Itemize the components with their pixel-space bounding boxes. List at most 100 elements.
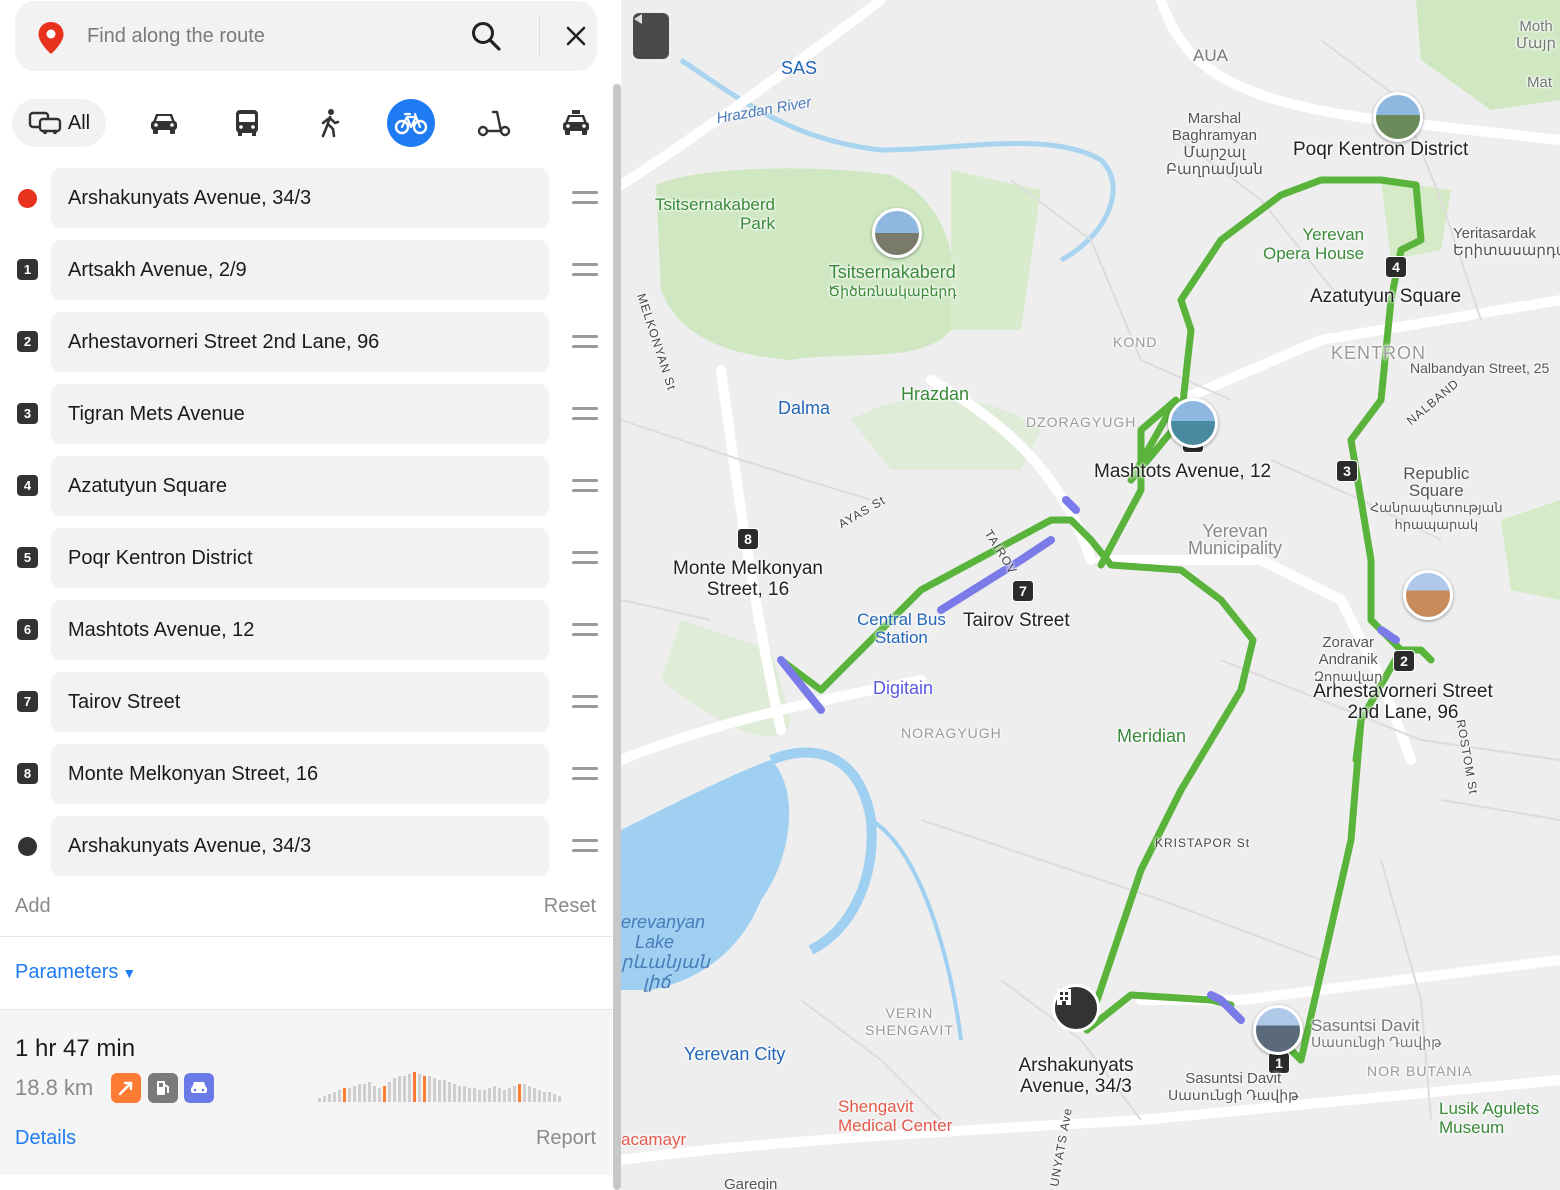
drag-handle-icon[interactable] [572, 479, 598, 493]
drag-handle-icon[interactable] [572, 839, 598, 853]
panel-scrollbar[interactable] [612, 0, 621, 1190]
elevation-bar [428, 1076, 431, 1102]
drag-handle-icon[interactable] [572, 767, 598, 781]
elevation-bar [523, 1084, 526, 1102]
poi-meridian[interactable]: Meridian [1117, 726, 1186, 747]
mode-transit-button[interactable] [227, 99, 267, 147]
waypoint-field[interactable]: Artsakh Avenue, 2/9 [51, 240, 549, 300]
poi-hrazdan[interactable]: Hrazdan [901, 384, 969, 405]
waypoint-number-badge: 3 [17, 403, 38, 424]
poqr-kentron-photo-pin[interactable] [1373, 92, 1423, 142]
poi-shengavit-medical-center[interactable]: Shengavit Medical Center [838, 1097, 952, 1135]
waypoint-row: 4 Azatutyun Square [0, 456, 612, 516]
elevation-bar [373, 1086, 376, 1102]
drag-handle-icon[interactable] [572, 695, 598, 709]
poi-lusik-agulets-museum[interactable]: Lusik Agulets Museum [1439, 1099, 1539, 1137]
elevation-bar [488, 1088, 491, 1102]
elevation-bar [498, 1088, 501, 1102]
report-link[interactable]: Report [536, 1127, 596, 1150]
poi-sasuntsi-davit[interactable]: Sasuntsi Davit Սասունցի Դավիթ [1311, 1017, 1441, 1051]
mode-scooter-button[interactable] [474, 99, 514, 147]
close-search-button[interactable] [549, 18, 603, 54]
mode-all-button[interactable]: All [12, 99, 106, 147]
details-link[interactable]: Details [15, 1127, 76, 1150]
poi-mat[interactable]: Mat [1527, 74, 1552, 91]
republic-square-photo-pin[interactable] [1403, 570, 1453, 620]
mode-bicycle-button[interactable] [387, 99, 435, 147]
poi-sas[interactable]: SAS [781, 58, 817, 79]
poi-aua[interactable]: AUA [1193, 47, 1228, 64]
drag-handle-icon[interactable] [572, 191, 598, 205]
search-input[interactable] [87, 21, 447, 51]
poi-central-bus-station[interactable]: Central Bus Station [857, 611, 946, 647]
route-badge-2[interactable]: 2 [1393, 650, 1415, 672]
waypoint-field[interactable]: Mashtots Avenue, 12 [51, 600, 549, 660]
drag-handle-icon[interactable] [572, 407, 598, 421]
mode-car-button[interactable] [144, 99, 184, 147]
start-point-marker[interactable] [1052, 984, 1100, 1032]
route-label-start: Arshakunyats Avenue, 34/3 [1018, 1055, 1134, 1097]
poi-marshal-baghramyan[interactable]: Marshal Baghramyan Մարշալ Բաղրամյան [1166, 110, 1263, 178]
poi-nalbandyan-street[interactable]: Nalbandyan Street, 25 [1410, 360, 1549, 377]
elevation-bar [333, 1092, 336, 1102]
route-badge-3[interactable]: 3 [1336, 460, 1358, 482]
parameters-toggle[interactable]: Parameters ▼ [15, 961, 136, 984]
all-modes-icon [28, 111, 62, 135]
mode-taxi-button[interactable] [556, 99, 596, 147]
drag-handle-icon[interactable] [572, 263, 598, 277]
mode-walk-button[interactable] [310, 99, 350, 147]
waypoint-field[interactable]: Poqr Kentron District [51, 528, 549, 588]
drag-handle-icon[interactable] [572, 623, 598, 637]
transport-mode-bar: All [12, 99, 600, 147]
close-icon [566, 26, 586, 46]
reset-route-link[interactable]: Reset [544, 895, 596, 918]
waypoint-field[interactable]: Tairov Street [51, 672, 549, 732]
poi-tsitsernakaberd-park[interactable]: Tsitsernakaberd Park [655, 195, 775, 233]
poi-opera-house[interactable]: Yerevan Opera House [1263, 225, 1364, 263]
metro-sasuntsi-davit[interactable]: Sasuntsi Davit Սասունցի Դավիթ [1168, 1070, 1298, 1104]
waypoint-field[interactable]: Arhestavorneri Street 2nd Lane, 96 [51, 312, 549, 372]
drag-handle-icon[interactable] [572, 551, 598, 565]
waypoint-field[interactable]: Azatutyun Square [51, 456, 549, 516]
poi-digitain[interactable]: Digitain [873, 678, 933, 699]
poi-acamayr[interactable]: acamayr [621, 1130, 686, 1150]
blue-mosque-photo-pin[interactable] [1168, 398, 1218, 448]
elevation-bar [458, 1086, 461, 1102]
elevation-bar [433, 1078, 436, 1102]
drag-handle-icon[interactable] [572, 335, 598, 349]
waypoint-number-badge: 1 [17, 259, 38, 280]
elevation-bar [543, 1092, 546, 1102]
poi-dalma[interactable]: Dalma [778, 398, 830, 419]
add-waypoint-link[interactable]: Add [15, 895, 51, 918]
poi-republic-square[interactable]: Republic Square Հանրապետության հրապարակ [1370, 465, 1503, 533]
elevation-bar [383, 1086, 386, 1102]
elevation-bar [548, 1092, 551, 1102]
sasuntsi-davit-photo-pin[interactable] [1253, 1005, 1303, 1055]
tsitsernakaberd-photo-pin[interactable] [872, 208, 922, 258]
waypoint-field[interactable]: Arshakunyats Avenue, 34/3 [51, 168, 549, 228]
scrollbar-thumb[interactable] [613, 84, 621, 1190]
elevation-bar [508, 1088, 511, 1102]
search-button[interactable] [468, 18, 504, 54]
collapse-panel-button[interactable] [633, 13, 669, 59]
route-badge-4[interactable]: 4 [1385, 256, 1407, 278]
route-badge-7[interactable]: 7 [1012, 580, 1034, 602]
route-badge-8[interactable]: 8 [737, 528, 759, 550]
map-canvas[interactable]: Poqr Kentron District Azatutyun Square M… [621, 0, 1560, 1190]
waypoint-field[interactable]: Monte Melkonyan Street, 16 [51, 744, 549, 804]
poi-tsitsernakaberd-memorial[interactable]: Tsitsernakaberd Ծիծեռնակաբերդ [828, 263, 957, 301]
elevation-bar [463, 1086, 466, 1102]
elevation-bar [338, 1090, 341, 1102]
caret-down-icon: ▼ [122, 965, 137, 981]
waypoint-row: 7 Tairov Street [0, 672, 612, 732]
poi-yerevan-municipality[interactable]: Yerevan Municipality [1188, 522, 1282, 557]
waypoint-field[interactable]: Arshakunyats Avenue, 34/3 [51, 816, 549, 876]
route-summary-card[interactable]: 1 hr 47 min 18.8 km Details Report [0, 1010, 612, 1175]
metro-garegin[interactable]: Garegin [724, 1176, 777, 1190]
elevation-bar [448, 1082, 451, 1102]
waypoint-field[interactable]: Tigran Mets Avenue [51, 384, 549, 444]
poi-yerevan-city[interactable]: Yerevan City [684, 1044, 785, 1065]
poi-zoravar-andranik[interactable]: Zoravar Andranik Զորավար [1314, 634, 1382, 685]
poi-yeritasardakan[interactable]: YeritasardakԵրիտասարդակ [1453, 225, 1560, 259]
poi-moth[interactable]: Moth Մայր [1516, 18, 1556, 52]
